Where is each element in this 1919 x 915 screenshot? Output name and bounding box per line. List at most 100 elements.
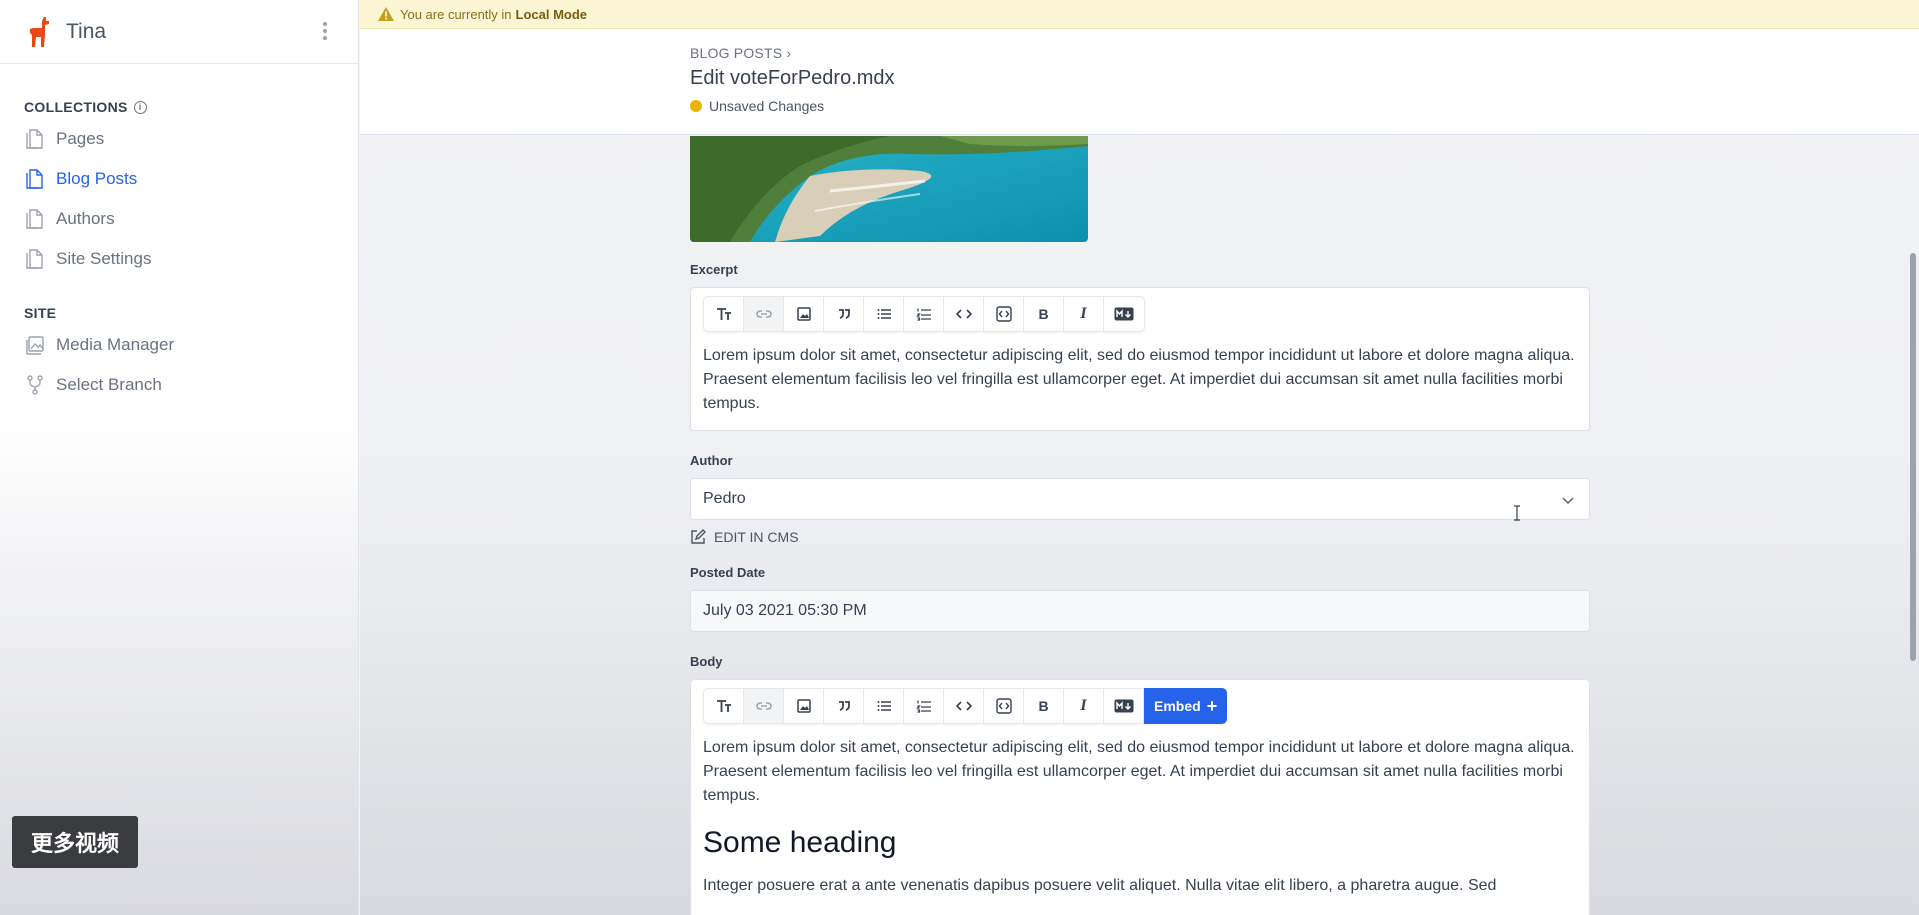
italic-button[interactable]: I	[1064, 297, 1104, 331]
bullet-list-icon	[877, 701, 891, 711]
edit-in-cms-label: EDIT IN CMS	[714, 529, 799, 545]
warning-icon	[378, 7, 394, 21]
code-inline-button[interactable]	[944, 689, 984, 723]
body-paragraph-2[interactable]: Integer posuere erat a ante venenatis da…	[703, 874, 1577, 898]
app-name: Tina	[66, 19, 107, 43]
heading-button[interactable]	[704, 297, 744, 331]
numbered-list-icon	[915, 700, 931, 713]
llama-logo-icon	[29, 16, 49, 47]
chevron-down-icon	[1562, 497, 1574, 505]
sidebar-item-label: Select Branch	[56, 375, 162, 394]
git-branch-icon	[27, 375, 43, 395]
edit-in-cms-link[interactable]: EDIT IN CMS	[690, 529, 1590, 545]
excerpt-editor[interactable]: B I Lorem ipsum dolor sit amet, consecte…	[690, 287, 1590, 431]
document-icon	[26, 209, 43, 229]
code-icon	[955, 701, 972, 711]
author-select[interactable]: Pedro	[690, 478, 1590, 520]
form-content: Excerpt B I Lorem ipsum dolor sit amet, …	[690, 136, 1590, 915]
document-icon	[26, 249, 43, 269]
embed-button[interactable]: Embed +	[1144, 688, 1228, 724]
image-button[interactable]	[784, 689, 824, 723]
link-button[interactable]	[744, 297, 784, 331]
sidebar-item-pages[interactable]: Pages	[0, 119, 358, 159]
more-options-icon[interactable]	[322, 22, 328, 42]
sidebar-item-label: Blog Posts	[56, 169, 138, 188]
posted-date-label: Posted Date	[690, 565, 766, 580]
sidebar-item-authors[interactable]: Authors	[0, 199, 358, 239]
bullet-list-icon	[877, 309, 891, 319]
numbered-list-button[interactable]	[904, 297, 944, 331]
image-button[interactable]	[784, 297, 824, 331]
site-title: SITE	[24, 305, 57, 321]
code-block-icon	[995, 306, 1012, 322]
hero-image[interactable]	[690, 136, 1088, 242]
sidebar-item-media-manager[interactable]: Media Manager	[0, 325, 358, 365]
sidebar-item-label: Pages	[56, 129, 105, 148]
code-block-icon	[995, 698, 1012, 714]
embed-label: Embed	[1154, 698, 1201, 714]
watermark-badge[interactable]: 更多视频	[12, 816, 138, 868]
code-icon	[955, 309, 972, 319]
body-paragraph[interactable]: Lorem ipsum dolor sit amet, consectetur …	[703, 736, 1577, 808]
bold-button[interactable]: B	[1024, 297, 1064, 331]
status-dot-icon	[690, 100, 702, 112]
sidebar: Tina COLLECTIONS i Pages Blog Posts Auth…	[0, 0, 359, 915]
image-icon	[796, 307, 811, 321]
code-block-button[interactable]	[984, 689, 1024, 723]
author-label: Author	[690, 453, 733, 468]
scrollbar-thumb[interactable]	[1910, 253, 1916, 661]
numbered-list-button[interactable]	[904, 689, 944, 723]
markdown-icon	[1114, 699, 1133, 713]
quote-icon	[838, 701, 850, 711]
image-icon	[796, 699, 811, 713]
info-icon[interactable]: i	[133, 100, 147, 114]
sidebar-item-label: Authors	[56, 209, 115, 228]
quote-button[interactable]	[824, 689, 864, 723]
plus-icon: +	[1206, 696, 1218, 716]
brand-header: Tina	[0, 0, 358, 64]
body-label: Body	[690, 654, 723, 669]
code-inline-button[interactable]	[944, 297, 984, 331]
bold-button[interactable]: B	[1024, 689, 1064, 723]
italic-button[interactable]: I	[1064, 689, 1104, 723]
posted-date-input[interactable]: July 03 2021 05:30 PM	[690, 590, 1590, 632]
form-header: BLOG POSTS › Edit voteForPedro.mdx Unsav…	[360, 29, 1919, 135]
sidebar-item-select-branch[interactable]: Select Branch	[0, 365, 358, 405]
banner-mode: Local Mode	[515, 6, 588, 22]
chevron-right-icon: ›	[786, 45, 792, 61]
main-panel: You are currently in Local Mode BLOG POS…	[360, 0, 1919, 915]
author-value: Pedro	[703, 490, 746, 507]
document-icon	[26, 169, 43, 189]
excerpt-text[interactable]: Lorem ipsum dolor sit amet, consectetur …	[703, 344, 1577, 416]
breadcrumb-blog-posts[interactable]: BLOG POSTS	[690, 45, 782, 61]
code-block-button[interactable]	[984, 297, 1024, 331]
markdown-button[interactable]	[1104, 689, 1144, 723]
document-icon	[26, 129, 43, 149]
body-editor[interactable]: B I Embed + Lorem ipsum dolor sit amet, …	[690, 679, 1590, 915]
quote-button[interactable]	[824, 297, 864, 331]
status-indicator: Unsaved Changes	[690, 98, 1919, 114]
body-heading[interactable]: Some heading	[703, 826, 1577, 860]
scrollbar[interactable]	[1907, 135, 1919, 915]
sidebar-item-label: Site Settings	[56, 249, 152, 268]
breadcrumb[interactable]: BLOG POSTS ›	[690, 45, 1919, 61]
link-button[interactable]	[744, 689, 784, 723]
bullet-list-button[interactable]	[864, 689, 904, 723]
bullet-list-button[interactable]	[864, 297, 904, 331]
link-icon	[755, 310, 772, 318]
sidebar-item-blog-posts[interactable]: Blog Posts	[0, 159, 358, 199]
quote-icon	[838, 309, 850, 319]
text-size-icon	[716, 700, 731, 712]
heading-button[interactable]	[704, 689, 744, 723]
excerpt-label: Excerpt	[690, 262, 738, 277]
markdown-button[interactable]	[1104, 297, 1144, 331]
sidebar-item-site-settings[interactable]: Site Settings	[0, 239, 358, 279]
text-size-icon	[716, 308, 731, 320]
link-icon	[755, 702, 772, 710]
status-text: Unsaved Changes	[709, 98, 825, 114]
local-mode-banner: You are currently in Local Mode	[360, 0, 1919, 29]
markdown-icon	[1114, 307, 1134, 321]
sidebar-item-label: Media Manager	[56, 335, 175, 354]
beach-image-icon	[690, 136, 1088, 242]
collections-title: COLLECTIONS	[24, 99, 128, 115]
